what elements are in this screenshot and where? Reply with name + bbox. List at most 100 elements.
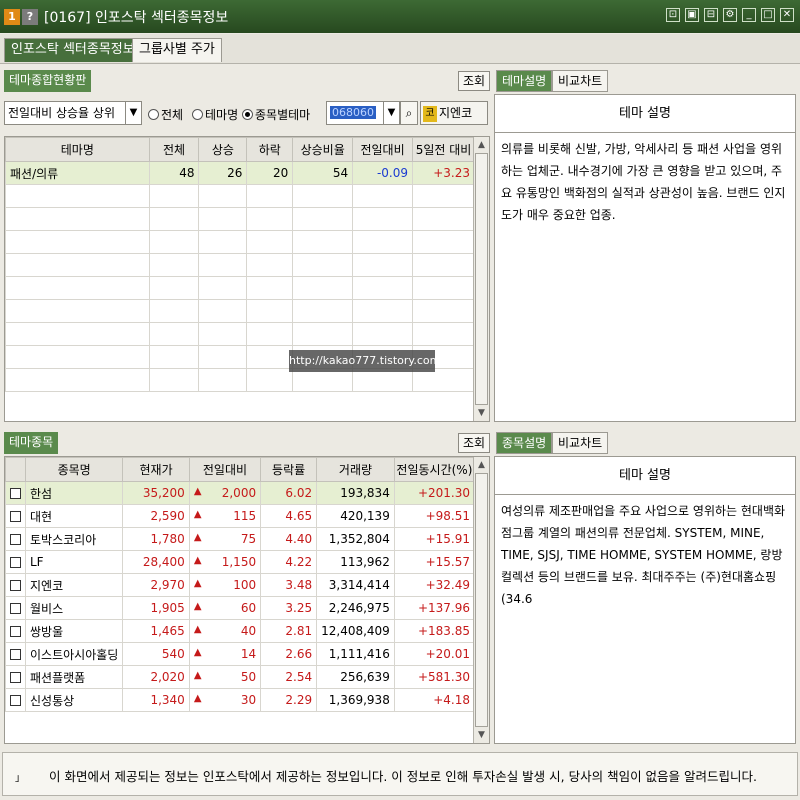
col-volume[interactable]: 거래량: [316, 457, 395, 482]
stock-grid-scrollbar[interactable]: ▲ ▼: [473, 457, 489, 743]
tab-stock-desc[interactable]: 종목설명: [496, 432, 553, 454]
stock-name-cell[interactable]: 이스트아시아홀딩: [24, 642, 124, 666]
theme-name-cell[interactable]: 패션/의류: [5, 161, 150, 185]
table-row[interactable]: 대현 2,590 ▲ 115 4.65 420,139 +98.51: [5, 504, 476, 528]
stock-name-cell[interactable]: 한섬: [24, 481, 124, 505]
scroll-up-icon[interactable]: ▲: [474, 457, 489, 473]
stock-name-cell[interactable]: LF: [24, 550, 124, 574]
up-arrow-icon: ▲: [193, 509, 202, 520]
row-checkbox[interactable]: [10, 488, 21, 499]
row-checkbox-cell[interactable]: [5, 619, 26, 643]
table-row[interactable]: 토박스코리아 1,780 ▲ 75 4.40 1,352,804 +15.91: [5, 527, 476, 551]
col-price[interactable]: 현재가: [122, 457, 190, 482]
row-checkbox-cell[interactable]: [5, 550, 26, 574]
col-change[interactable]: 전일대비: [188, 457, 262, 482]
table-row[interactable]: 패션/의류 48 26 20 54 -0.09 +3.23: [5, 161, 475, 185]
chevron-down-icon[interactable]: ▼: [383, 102, 399, 124]
table-row[interactable]: 패션플랫폼 2,020 ▲ 50 2.54 256,639 +581.30: [5, 665, 476, 689]
change-cell: ▲ 75: [188, 527, 262, 551]
price-cell: 2,020: [122, 665, 190, 689]
row-checkbox-cell[interactable]: [5, 596, 26, 620]
row-checkbox-cell[interactable]: [5, 573, 26, 597]
table-row[interactable]: 지엔코 2,970 ▲ 100 3.48 3,314,414 +32.49: [5, 573, 476, 597]
stock-name-cell[interactable]: 패션플랫폼: [24, 665, 124, 689]
col-up[interactable]: 상승: [198, 137, 248, 162]
stock-description-text: 여성의류 제조판매업을 주요 사업으로 영위하는 현대백화점그룹 계열의 패션의…: [501, 504, 786, 606]
row-checkbox[interactable]: [10, 557, 21, 568]
row-checkbox[interactable]: [10, 580, 21, 591]
stock-name-cell[interactable]: 쌍방울: [24, 619, 124, 643]
stock-name-cell[interactable]: 대현: [24, 504, 124, 528]
stock-query-button[interactable]: 조회: [458, 433, 491, 453]
col-theme-name[interactable]: 테마명: [5, 137, 150, 162]
radio-theme-name[interactable]: 테마명: [192, 106, 238, 123]
theme-query-button[interactable]: 조회: [458, 71, 491, 91]
table-row[interactable]: 쌍방울 1,465 ▲ 40 2.81 12,408,409 +183.85: [5, 619, 476, 643]
row-checkbox[interactable]: [10, 649, 21, 660]
table-row[interactable]: 월비스 1,905 ▲ 60 3.25 2,246,975 +137.96: [5, 596, 476, 620]
row-checkbox-cell[interactable]: [5, 527, 26, 551]
radio-stock-theme-dot[interactable]: [242, 109, 253, 120]
radio-all[interactable]: 전체: [148, 106, 183, 123]
link-icon[interactable]: ⊡: [666, 8, 680, 22]
row-checkbox[interactable]: [10, 626, 21, 637]
stock-name-cell[interactable]: 월비스: [24, 596, 124, 620]
tab-stock-compare-chart[interactable]: 비교차트: [552, 432, 609, 454]
row-checkbox[interactable]: [10, 695, 21, 706]
col-down[interactable]: 하락: [246, 137, 294, 162]
tab-group-prices[interactable]: 그룹사별 주가: [132, 38, 222, 62]
maximize-icon[interactable]: □: [761, 8, 775, 22]
table-row[interactable]: LF 28,400 ▲ 1,150 4.22 113,962 +15.57: [5, 550, 476, 574]
disclaimer-text: 이 화면에서 제공되는 정보는 인포스탁에서 제공하는 정보입니다. 이 정보로…: [49, 769, 757, 784]
row-checkbox-cell[interactable]: [5, 688, 26, 712]
empty-cell: [292, 184, 354, 208]
print-icon[interactable]: ⊟: [704, 8, 718, 22]
theme-grid: 테마명 전체 상승 하락 상승비율 전일대비 5일전 대비 패션/의류 48 2…: [4, 136, 490, 422]
row-checkbox[interactable]: [10, 672, 21, 683]
scroll-thumb[interactable]: [475, 153, 488, 405]
table-row[interactable]: 신성통상 1,340 ▲ 30 2.29 1,369,938 +4.18: [5, 688, 476, 712]
settings-icon[interactable]: ⚙: [723, 8, 737, 22]
tab-sector-info[interactable]: 인포스탁 섹터종목정보: [4, 38, 142, 62]
rate-cell: 2.66: [260, 642, 318, 666]
col-rate[interactable]: 등락률: [260, 457, 318, 482]
col-day-change[interactable]: 전일대비: [352, 137, 414, 162]
stock-name-cell[interactable]: 지엔코: [24, 573, 124, 597]
col-stock-name[interactable]: 종목명: [24, 457, 124, 482]
row-checkbox[interactable]: [10, 534, 21, 545]
search-icon[interactable]: ⌕: [400, 101, 418, 125]
row-checkbox-cell[interactable]: [5, 481, 26, 505]
close-icon[interactable]: ✕: [780, 8, 794, 22]
scroll-down-icon[interactable]: ▼: [474, 405, 489, 421]
radio-theme-name-dot[interactable]: [192, 109, 203, 120]
scroll-up-icon[interactable]: ▲: [474, 137, 489, 153]
row-checkbox[interactable]: [10, 511, 21, 522]
col-up-ratio[interactable]: 상승비율: [292, 137, 354, 162]
minimize-icon[interactable]: _: [742, 8, 756, 22]
stock-name-cell[interactable]: 토박스코리아: [24, 527, 124, 551]
capture-icon[interactable]: ▣: [685, 8, 699, 22]
col-5day-change[interactable]: 5일전 대비: [412, 137, 475, 162]
scroll-down-icon[interactable]: ▼: [474, 727, 489, 743]
screen-number-badge[interactable]: 1: [4, 8, 20, 25]
scroll-thumb[interactable]: [475, 473, 488, 727]
sort-select[interactable]: 전일대비 상승율 상위 ▼: [4, 101, 142, 125]
table-row[interactable]: 한섬 35,200 ▲ 2,000 6.02 193,834 +201.30: [5, 481, 476, 505]
radio-stock-theme[interactable]: 종목별테마: [242, 106, 310, 123]
tab-theme-desc[interactable]: 테마설명: [496, 70, 553, 92]
chevron-down-icon[interactable]: ▼: [125, 102, 141, 124]
row-checkbox-cell[interactable]: [5, 665, 26, 689]
col-prev-same-time[interactable]: 전일동시간(%): [393, 457, 476, 482]
row-checkbox-cell[interactable]: [5, 642, 26, 666]
theme-grid-scrollbar[interactable]: ▲ ▼: [473, 137, 489, 421]
radio-all-dot[interactable]: [148, 109, 159, 120]
tab-theme-compare-chart[interactable]: 비교차트: [552, 70, 609, 92]
col-total[interactable]: 전체: [148, 137, 200, 162]
stock-name-cell[interactable]: 신성통상: [24, 688, 124, 712]
row-checkbox[interactable]: [10, 603, 21, 614]
empty-cell: [246, 322, 294, 346]
stock-code-input[interactable]: 068060 ▼: [326, 101, 400, 125]
row-checkbox-cell[interactable]: [5, 504, 26, 528]
table-row[interactable]: 이스트아시아홀딩 540 ▲ 14 2.66 1,111,416 +20.01: [5, 642, 476, 666]
help-icon[interactable]: ?: [22, 8, 38, 25]
